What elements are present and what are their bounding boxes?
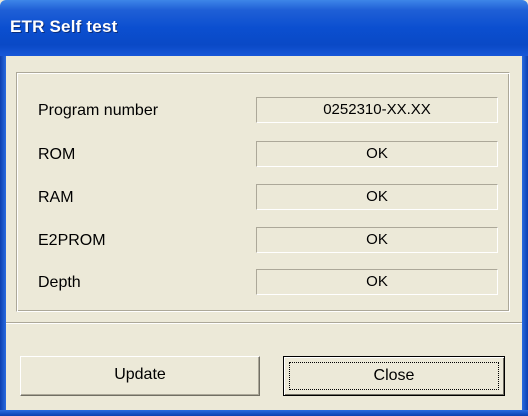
- window-frame-left: [0, 56, 6, 416]
- depth-status: OK: [256, 269, 498, 295]
- program-number-label: Program number: [38, 102, 159, 119]
- close-button[interactable]: Close: [283, 356, 505, 396]
- self-test-dialog: ETR Self test Program number 0252310-XX.…: [0, 0, 528, 416]
- program-number-value: 0252310-XX.XX: [256, 97, 498, 123]
- window-frame-bottom: [0, 410, 528, 416]
- ram-status: OK: [256, 184, 498, 210]
- window-frame-right: [522, 56, 528, 416]
- title-bar[interactable]: ETR Self test: [0, 0, 528, 56]
- rom-status: OK: [256, 141, 498, 167]
- e2prom-label: E2PROM: [38, 232, 106, 249]
- rom-label: ROM: [38, 146, 76, 163]
- close-button-label: Close: [373, 367, 415, 384]
- ram-label: RAM: [38, 189, 74, 206]
- e2prom-status: OK: [256, 227, 498, 253]
- separator: [6, 322, 522, 324]
- window-title: ETR Self test: [10, 17, 118, 36]
- close-button-focus: Close: [289, 362, 499, 390]
- update-button-label: Update: [114, 366, 166, 383]
- update-button[interactable]: Update: [20, 356, 260, 396]
- depth-label: Depth: [38, 274, 81, 291]
